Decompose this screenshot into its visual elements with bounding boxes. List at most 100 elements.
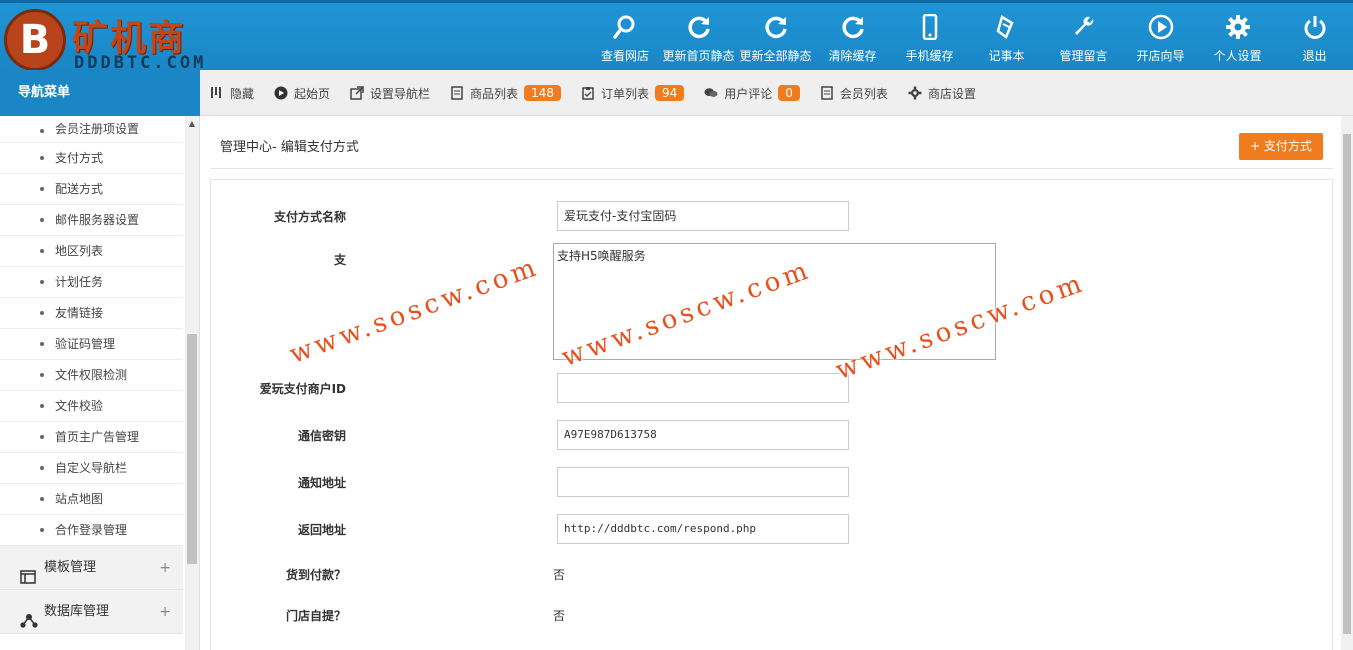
- top-nav-label: 开店向导: [1136, 49, 1185, 63]
- form-row-cod: 货到付款？ 否: [211, 559, 1111, 589]
- play-circle-icon: [274, 86, 288, 100]
- sidebar-item[interactable]: 验证码管理: [0, 329, 183, 360]
- count-badge: 0: [778, 85, 800, 101]
- payment-name-input[interactable]: 爱玩支付-支付宝固码: [557, 201, 849, 231]
- sidebar-group-templates[interactable]: 模板管理 +: [0, 546, 183, 590]
- scroll-up-arrow-icon[interactable]: ▲: [187, 120, 197, 128]
- field-label: 门店自提？: [285, 609, 346, 623]
- chat-icon: [704, 86, 718, 100]
- payment-desc-textarea[interactable]: 支持H5唤醒服务: [553, 243, 996, 360]
- top-nav-update-home[interactable]: 更新首页静态: [660, 3, 737, 70]
- sidebar-item[interactable]: 首页主广告管理: [0, 422, 183, 453]
- sidebar: 会员注册项设置 支付方式 配送方式 邮件服务器设置 地区列表 计划任务 友情链接…: [0, 116, 200, 650]
- top-nav-label: 个人设置: [1213, 49, 1262, 63]
- database-icon: [20, 604, 38, 628]
- play-icon: [1147, 13, 1175, 41]
- notify-url-input[interactable]: [557, 467, 849, 497]
- sidebar-item[interactable]: 友情链接: [0, 298, 183, 329]
- sidebar-item[interactable]: 会员注册项设置: [0, 116, 183, 143]
- form-row-merchant: 爱玩支付商户ID: [211, 373, 1111, 403]
- quick-label: 订单列表: [600, 86, 649, 101]
- form-row-key: 通信密钥 A97E987D613758: [211, 420, 1111, 450]
- field-label: 返回地址: [297, 523, 346, 537]
- quick-label: 设置导航栏: [370, 86, 431, 101]
- form-row-desc: 支 支持H5唤醒服务: [211, 243, 1111, 361]
- sidebar-item[interactable]: 支付方式: [0, 143, 183, 174]
- top-nav-logout[interactable]: 退出: [1276, 3, 1353, 70]
- sidebar-item-label: 首页主广告管理: [55, 430, 140, 444]
- top-nav-wizard[interactable]: 开店向导: [1122, 3, 1199, 70]
- refresh-icon: [762, 13, 790, 41]
- count-badge: 94: [654, 85, 685, 101]
- form-row-notify: 通知地址: [211, 467, 1111, 497]
- add-payment-button[interactable]: + 支付方式: [1239, 133, 1323, 160]
- top-nav-label: 查看网店: [600, 49, 649, 63]
- sidebar-item[interactable]: 文件校验: [0, 391, 183, 422]
- quick-set-nav[interactable]: 设置导航栏: [350, 85, 430, 102]
- quick-label: 用户评论: [724, 86, 773, 101]
- sidebar-scrollbar[interactable]: ▲: [185, 116, 199, 650]
- quick-goods-list[interactable]: 商品列表 148: [450, 85, 561, 102]
- quick-order-list[interactable]: 订单列表 94: [581, 85, 685, 102]
- top-nav-update-all[interactable]: 更新全部静态: [737, 3, 814, 70]
- sidebar-group-database[interactable]: 数据库管理 +: [0, 590, 183, 634]
- expand-icon[interactable]: +: [159, 546, 171, 590]
- form-row-name: 支付方式名称 爱玩支付-支付宝固码: [211, 201, 1111, 231]
- top-nav-messages[interactable]: 管理留言: [1045, 3, 1122, 70]
- cod-value: 否: [553, 568, 566, 582]
- expand-icon[interactable]: +: [159, 590, 171, 634]
- refresh-icon: [839, 13, 867, 41]
- mobile-icon: [916, 13, 944, 41]
- quick-label: 隐藏: [230, 86, 255, 101]
- content-scroll-thumb[interactable]: [1343, 134, 1351, 634]
- quick-shop-settings[interactable]: 商店设置: [908, 85, 976, 102]
- secret-key-input[interactable]: A97E987D613758: [557, 420, 849, 450]
- content-scrollbar[interactable]: [1341, 116, 1353, 650]
- quick-label: 会员列表: [839, 86, 888, 101]
- top-nav-label: 手机缓存: [905, 49, 954, 63]
- logo[interactable]: B 矿机商城 DDDBTC.COM: [4, 7, 220, 111]
- quick-start-page[interactable]: 起始页: [274, 85, 330, 102]
- sidebar-item[interactable]: 站点地图: [0, 484, 183, 515]
- field-label: 支付方式名称: [273, 210, 346, 224]
- sidebar-item-label: 合作登录管理: [55, 523, 128, 537]
- sidebar-item-label: 站点地图: [55, 492, 104, 506]
- top-header: B 矿机商城 DDDBTC.COM 查看网店 更新首页静态 更新全部静态 清除缓…: [0, 0, 1353, 111]
- sidebar-item[interactable]: 配送方式: [0, 174, 183, 205]
- sidebar-item[interactable]: 合作登录管理: [0, 515, 183, 546]
- quick-member-list[interactable]: 会员列表: [820, 85, 888, 102]
- top-nav-label: 管理留言: [1059, 49, 1108, 63]
- pickup-value: 否: [553, 609, 566, 623]
- quick-comments[interactable]: 用户评论 0: [704, 85, 800, 102]
- top-nav-mobile-cache[interactable]: 手机缓存: [891, 3, 968, 70]
- sidebar-item[interactable]: 邮件服务器设置: [0, 205, 183, 236]
- count-badge: 148: [524, 85, 561, 101]
- clipboard-icon: [581, 86, 595, 100]
- field-label: 货到付款？: [285, 568, 346, 582]
- sidebar-item[interactable]: 自定义导航栏: [0, 453, 183, 484]
- top-nav-view-shop[interactable]: 查看网店: [590, 3, 660, 70]
- sidebar-item-label: 文件校验: [55, 399, 104, 413]
- form-row-return: 返回地址 http://dddbtc.com/respond.php: [211, 514, 1111, 544]
- list-icon: [450, 86, 464, 100]
- top-nav-notepad[interactable]: 记事本: [968, 3, 1045, 70]
- top-nav-label: 退出: [1302, 49, 1327, 63]
- top-nav-clear-cache[interactable]: 清除缓存: [814, 3, 891, 70]
- sidebar-item[interactable]: 文件权限检测: [0, 360, 183, 391]
- return-url-input[interactable]: http://dddbtc.com/respond.php: [557, 514, 849, 544]
- field-label: 爱玩支付商户ID: [259, 382, 346, 396]
- top-nav: 查看网店 更新首页静态 更新全部静态 清除缓存 手机缓存 记事本 管理留言 开店…: [590, 3, 1353, 70]
- sidebar-item[interactable]: 计划任务: [0, 267, 183, 298]
- power-icon: [1301, 13, 1329, 41]
- top-nav-label: 更新全部静态: [739, 49, 812, 63]
- sidebar-item-label: 自定义导航栏: [55, 461, 128, 475]
- top-nav-personal-settings[interactable]: 个人设置: [1199, 3, 1276, 70]
- sidebar-item[interactable]: 地区列表: [0, 236, 183, 267]
- sidebar-scroll-thumb[interactable]: [187, 334, 197, 564]
- merchant-id-input[interactable]: [557, 373, 849, 403]
- sidebar-item-label: 验证码管理: [55, 337, 116, 351]
- quick-hide[interactable]: 隐藏: [210, 85, 254, 102]
- top-nav-label: 更新首页静态: [662, 49, 735, 63]
- quick-links: 隐藏 起始页 设置导航栏 商品列表 148 订单列表 94 用户评论 0 会员列…: [210, 70, 996, 116]
- logo-badge: B: [4, 9, 66, 71]
